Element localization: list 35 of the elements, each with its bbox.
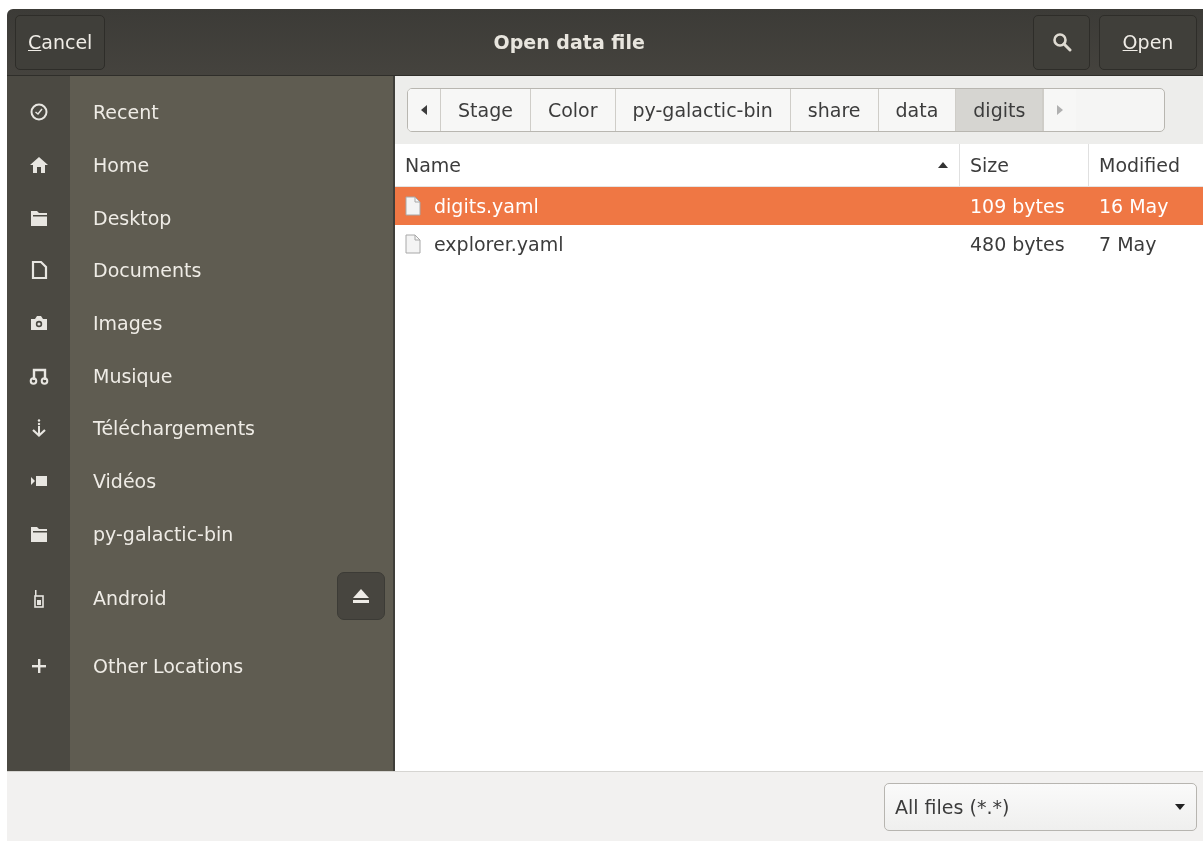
file-icon (405, 234, 421, 254)
clock-icon (28, 102, 49, 123)
sidebar-item[interactable]: Android (93, 587, 167, 610)
filter-dropdown[interactable]: All files (*.*) (884, 782, 1197, 831)
file-size: 109 bytes (969, 195, 1066, 217)
dropdown-arrow-icon (1174, 802, 1186, 811)
window-title: Open data file (492, 31, 646, 53)
search-icon (1051, 32, 1072, 52)
sidebar-item[interactable]: Vidéos (93, 470, 157, 493)
home-icon (28, 155, 49, 176)
open-button[interactable]: Open (1099, 14, 1197, 70)
cancel-button[interactable]: Cancel (15, 14, 106, 70)
left-arrow-icon (420, 104, 428, 116)
file-name: digits.yaml (434, 195, 539, 217)
sidebar-item[interactable]: py-galactic-bin (93, 522, 234, 545)
sidebar-item[interactable]: Documents (93, 259, 202, 282)
sidebar-item[interactable]: Desktop (93, 206, 172, 229)
file-modified: 7 May (1098, 233, 1158, 255)
sidebar-item[interactable]: Home (93, 154, 150, 177)
eject-button[interactable] (337, 572, 385, 621)
eject-icon (352, 588, 370, 605)
file-row[interactable]: explorer.yaml 480 bytes 7 May (395, 225, 1203, 263)
sidebar-item[interactable]: Recent (93, 101, 159, 124)
file-modified: 16 May (1098, 195, 1170, 217)
scroll-left-button[interactable] (408, 89, 441, 131)
file-size: 480 bytes (969, 233, 1066, 255)
search-button[interactable] (1033, 14, 1090, 70)
file-icon (405, 196, 421, 216)
path-segment-button[interactable]: digits (956, 89, 1044, 131)
sidebar-item[interactable]: Musique (93, 364, 173, 387)
right-arrow-icon (1056, 104, 1065, 116)
file-name: explorer.yaml (434, 233, 564, 255)
sidebar-item[interactable]: Images (93, 312, 163, 335)
sidebar-item[interactable]: Other Locations (93, 655, 244, 678)
sidebar-item[interactable]: Téléchargements (93, 417, 255, 440)
